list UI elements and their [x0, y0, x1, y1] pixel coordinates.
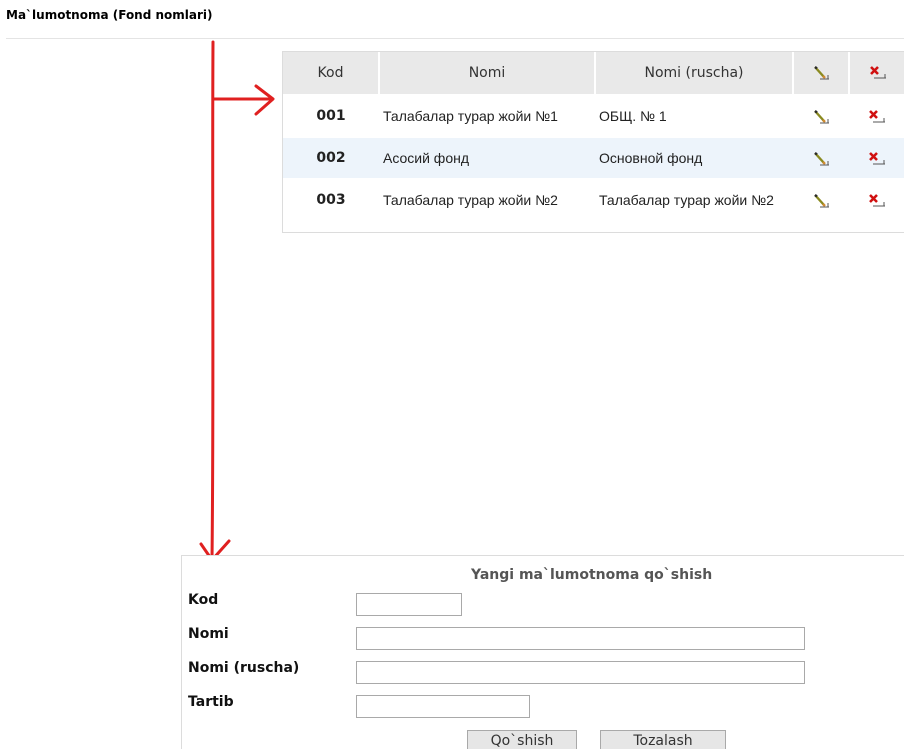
- clear-button[interactable]: Tozalash: [600, 730, 726, 749]
- delete-x-icon: [869, 66, 886, 79]
- row-nomi-ruscha: Основной фонд: [595, 138, 793, 178]
- nomi-input[interactable]: [356, 627, 805, 650]
- annotation-vertical-line: [210, 40, 215, 562]
- row-edit-cell: [793, 94, 849, 138]
- row-kod: 002: [283, 138, 379, 178]
- table-row[interactable]: 002 Асосий фонд Основной фонд: [283, 138, 904, 178]
- annotation-arrowhead-right: [254, 84, 275, 116]
- edit-pencil-icon[interactable]: [812, 193, 830, 209]
- row-edit-cell: [793, 178, 849, 222]
- kod-label: Kod: [188, 592, 219, 608]
- table-row[interactable]: 003 Талабалар турар жойи №2 Талабалар ту…: [283, 178, 904, 222]
- fond-names-table-panel: Kod Nomi Nomi (ruscha) 001 Талабалар тур…: [282, 51, 904, 233]
- fond-names-table: Kod Nomi Nomi (ruscha) 001 Талабалар тур…: [283, 52, 904, 222]
- add-button[interactable]: Qo`shish: [467, 730, 577, 749]
- kod-input[interactable]: [356, 593, 462, 616]
- delete-x-icon[interactable]: [868, 193, 886, 209]
- edit-pencil-icon[interactable]: [812, 151, 830, 167]
- row-nomi: Талабалар турар жойи №1: [383, 108, 558, 124]
- table-header-row: Kod Nomi Nomi (ruscha): [283, 52, 904, 94]
- nomi-ruscha-label: Nomi (ruscha): [188, 660, 300, 676]
- row-kod: 001: [316, 108, 346, 124]
- row-delete-cell: [849, 178, 904, 222]
- row-nomi-ruscha: Талабалар турар жойи №2: [599, 191, 774, 208]
- column-header-edit: [792, 52, 849, 94]
- nomi-label: Nomi: [188, 626, 229, 642]
- row-delete-cell: [849, 94, 904, 138]
- column-header-delete: [848, 52, 904, 94]
- delete-x-icon[interactable]: [868, 109, 886, 125]
- nomi-ruscha-input[interactable]: [356, 661, 805, 684]
- column-header-nomi-ruscha[interactable]: Nomi (ruscha): [594, 52, 793, 94]
- column-header-kod[interactable]: Kod: [283, 52, 379, 94]
- row-nomi: Талабалар турар жойи №2: [383, 192, 558, 208]
- row-delete-cell: [849, 138, 904, 178]
- tartib-label: Tartib: [188, 694, 234, 710]
- row-kod: 003: [316, 192, 346, 208]
- edit-pencil-icon[interactable]: [812, 109, 830, 125]
- title-divider: [6, 38, 904, 39]
- add-entry-form: Yangi ma`lumotnoma qo`shish Kod Nomi Nom…: [181, 555, 904, 749]
- delete-x-icon[interactable]: [868, 151, 886, 167]
- form-title: Yangi ma`lumotnoma qo`shish: [471, 567, 713, 583]
- row-nomi-ruscha: ОБЩ. № 1: [599, 107, 667, 124]
- edit-pencil-icon: [814, 66, 829, 80]
- row-edit-cell: [793, 138, 849, 178]
- page-title: Ma`lumotnoma (Fond nomlari): [6, 8, 213, 22]
- row-nomi: Асосий фонд: [379, 138, 595, 178]
- tartib-input[interactable]: [356, 695, 530, 718]
- table-row[interactable]: 001 Талабалар турар жойи №1 ОБЩ. № 1: [283, 94, 904, 138]
- column-header-nomi[interactable]: Nomi: [378, 52, 595, 94]
